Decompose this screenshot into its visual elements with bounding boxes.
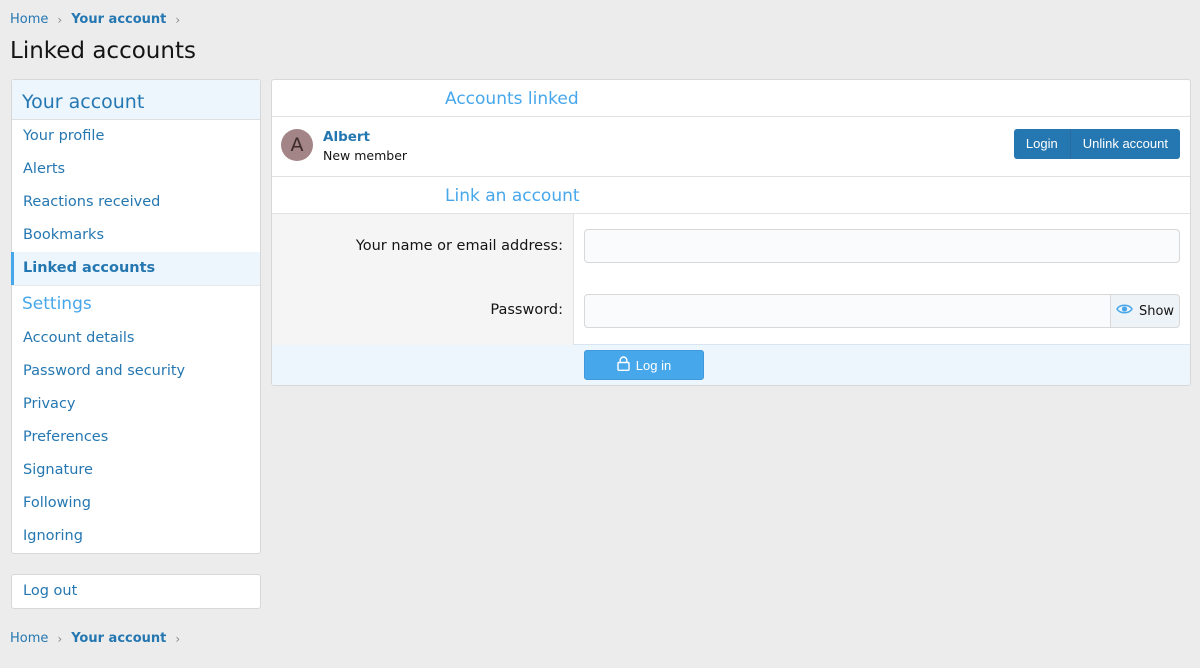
account-actions: Login Unlink account	[1013, 129, 1180, 159]
sidebar-item-privacy[interactable]: Privacy	[11, 388, 260, 421]
sidebar-heading: Your account	[12, 80, 260, 120]
username-label: Your name or email address:	[355, 238, 563, 254]
breadcrumb-home[interactable]: Home	[10, 12, 48, 27]
page-title: Linked accounts	[10, 38, 196, 64]
lock-icon	[617, 356, 630, 374]
sidebar-item-account-details[interactable]: Account details	[11, 322, 260, 355]
password-input[interactable]	[584, 294, 1111, 328]
breadcrumb-bottom: Home › Your account ›	[10, 631, 189, 646]
accounts-linked-heading: Accounts linked	[272, 80, 1190, 117]
logout-block: Log out	[11, 574, 261, 609]
logout-link[interactable]: Log out	[11, 575, 260, 608]
linked-accounts-panel: Accounts linked A Albert New member Logi…	[271, 79, 1191, 386]
sidebar-item-following[interactable]: Following	[11, 487, 260, 520]
breadcrumb-your-account[interactable]: Your account	[71, 631, 166, 646]
show-password-label: Show	[1138, 303, 1175, 319]
login-button[interactable]: Login	[1014, 129, 1070, 159]
sidebar-item-bookmarks[interactable]: Bookmarks	[11, 219, 260, 252]
username-input[interactable]	[584, 229, 1180, 263]
sidebar-item-your-profile[interactable]: Your profile	[11, 120, 260, 153]
account-sidebar: Your account Your profile Alerts Reactio…	[11, 79, 261, 554]
breadcrumb-your-account[interactable]: Your account	[71, 12, 166, 27]
chevron-right-icon: ›	[175, 12, 181, 27]
log-in-button[interactable]: Log in	[584, 350, 704, 380]
avatar[interactable]: A	[281, 129, 313, 161]
log-in-label: Log in	[635, 357, 672, 373]
breadcrumb-home[interactable]: Home	[10, 631, 48, 646]
sidebar-item-linked-accounts[interactable]: Linked accounts	[11, 252, 260, 285]
chevron-right-icon: ›	[57, 12, 63, 27]
sidebar-settings-heading: Settings	[12, 285, 260, 322]
sidebar-item-reactions-received[interactable]: Reactions received	[11, 186, 260, 219]
linked-account-row: A Albert New member Login Unlink account	[272, 117, 1190, 177]
sidebar-item-alerts[interactable]: Alerts	[11, 153, 260, 186]
eye-icon	[1116, 303, 1133, 319]
sidebar-item-ignoring[interactable]: Ignoring	[11, 520, 260, 553]
linked-account-name[interactable]: Albert	[323, 129, 370, 145]
unlink-account-button[interactable]: Unlink account	[1069, 129, 1180, 159]
sidebar-item-preferences[interactable]: Preferences	[11, 421, 260, 454]
link-an-account-heading: Link an account	[272, 177, 1190, 214]
link-account-form: Your name or email address: Password: Sh…	[272, 214, 1190, 345]
show-password-button[interactable]: Show	[1110, 294, 1180, 328]
breadcrumb: Home › Your account ›	[10, 12, 189, 27]
chevron-right-icon: ›	[57, 631, 63, 646]
linked-account-role: New member	[323, 148, 408, 163]
sidebar-item-password-and-security[interactable]: Password and security	[11, 355, 260, 388]
form-submit-row: Log in	[272, 345, 1190, 385]
password-label: Password:	[490, 302, 563, 318]
chevron-right-icon: ›	[175, 631, 181, 646]
form-label-column: Your name or email address: Password:	[272, 214, 574, 345]
sidebar-item-signature[interactable]: Signature	[11, 454, 260, 487]
